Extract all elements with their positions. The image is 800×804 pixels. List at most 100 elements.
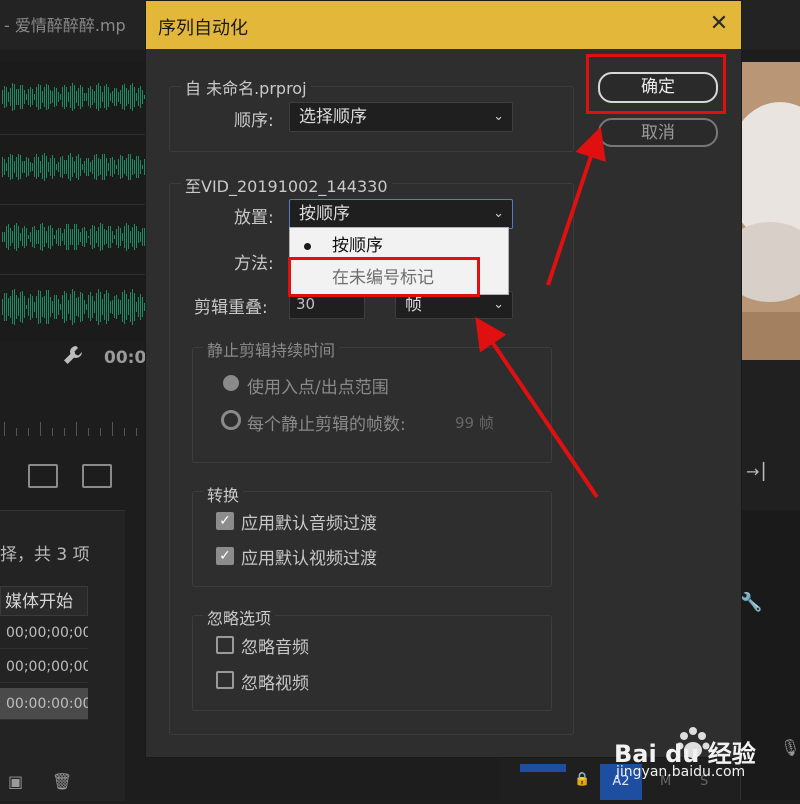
waveform-bar [142,228,143,246]
waveform-bar [92,89,93,105]
waveform-bar [100,223,101,251]
ignore-audio-checkbox[interactable] [216,636,234,654]
waveform-bar [16,223,17,251]
waveform-bar [138,296,139,318]
waveform-bar [138,88,139,106]
waveform-bar [12,230,13,244]
table-row[interactable]: 00;00;00;00 [0,617,88,649]
waveform-bar [130,84,131,110]
close-icon[interactable]: ✕ [706,11,732,37]
waveform-bar [92,159,93,175]
chevron-down-icon: ⌄ [493,297,504,312]
waveform-bar [142,296,143,318]
waveform-bar [114,295,115,319]
selected-bullet-icon [304,243,311,250]
radio-frames[interactable] [221,410,241,430]
insert-icon[interactable] [28,464,58,488]
waveform-bar [116,294,117,320]
overwrite-icon[interactable] [82,464,112,488]
ignore-video-checkbox[interactable] [216,671,234,689]
waveform-bar [60,228,61,246]
waveform-bar [18,89,19,105]
waveform-bar [100,86,101,108]
video-transition-checkbox[interactable]: ✓ [216,547,234,565]
waveform-bar [24,225,25,249]
waveform-bar [14,289,15,325]
waveform-bar [78,228,79,246]
frames-value[interactable]: 99 帧 [455,412,494,433]
waveform-bar [106,229,107,245]
lock-icon[interactable]: 🔒 [574,772,590,787]
waveform-bar [114,235,115,239]
waveform-bar [50,296,51,318]
waveform-bar [18,298,19,316]
waveform-bar [140,232,141,242]
table-row[interactable]: 00;00;00;00 [0,651,88,683]
cancel-button[interactable]: 取消 [598,118,718,147]
waveform-bar [54,87,55,107]
waveform-bar [56,294,57,320]
wrench-icon[interactable] [62,344,86,368]
waveform-bar [52,300,53,314]
waveform-bar [110,300,111,314]
waveform-bar [26,228,27,246]
radio-in-out-label: 使用入点/出点范围 [247,378,389,398]
from-group-legend: 自 未命名.prproj [181,75,311,99]
waveform-bar [124,226,125,248]
waveform-bar [122,292,123,322]
track-target[interactable] [520,764,566,772]
waveform-bar [28,298,29,316]
ruler-tick [4,422,5,436]
wrench-icon[interactable]: 🔧 [740,592,762,613]
annotation-box-option [288,257,480,297]
waveform-bar [34,226,35,248]
waveform-bar [6,226,7,248]
waveform-bar [76,155,77,179]
watermark: Bai du 经验 jingyan.baidu.com [600,720,800,800]
waveform-bar [78,88,79,106]
waveform-bar [10,227,11,247]
waveform-bar [102,299,103,315]
waveform-bar [54,235,55,239]
waveform-bar [46,155,47,179]
waveform-bar [52,155,53,179]
waveform-bar [50,224,51,250]
waveform-bar [110,93,111,101]
waveform-bar [26,304,27,310]
audio-transition-checkbox[interactable]: ✓ [216,512,234,530]
waveform-bar [112,156,113,178]
waveform-bar [100,159,101,175]
waveform-bar [88,235,89,239]
column-header-media-start[interactable]: 媒体开始 [0,586,88,616]
waveform-bar [68,154,69,180]
waveform-bar [56,230,57,244]
waveform-bar [2,89,3,105]
waveform-bar [42,90,43,104]
source-ruler[interactable] [0,406,145,436]
waveform-bar [66,292,67,322]
ruler-tick [112,422,113,436]
waveform-bar [118,299,119,315]
waveform-bar [68,299,69,315]
export-frame-icon[interactable]: →⎮ [746,462,768,481]
order-select[interactable]: 选择顺序 ⌄ [289,102,513,132]
waveform-bar [98,83,99,111]
ruler-tick [88,428,89,436]
waveform-bar [8,298,9,316]
new-item-icon[interactable]: ▣ [8,772,23,791]
waveform-bar [10,153,11,181]
waveform-bar [20,232,21,242]
waveform-bar [90,162,91,172]
order-select-value: 选择顺序 [299,107,367,127]
placement-select[interactable]: 按顺序 ⌄ [289,199,513,229]
dialog-titlebar: 序列自动化 ✕ [146,1,741,49]
waveform-bar [8,224,9,250]
waveform-bar [94,154,95,180]
source-tab[interactable]: - 爱情醉醉醉.mp [0,12,149,38]
radio-in-out[interactable] [223,375,239,391]
waveform-bar [84,227,85,247]
trash-icon[interactable]: 🗑 [52,772,72,791]
table-row[interactable]: 00:00:00:00 [0,688,88,720]
waveform-bar [24,296,25,318]
waveform-bar [122,233,123,241]
